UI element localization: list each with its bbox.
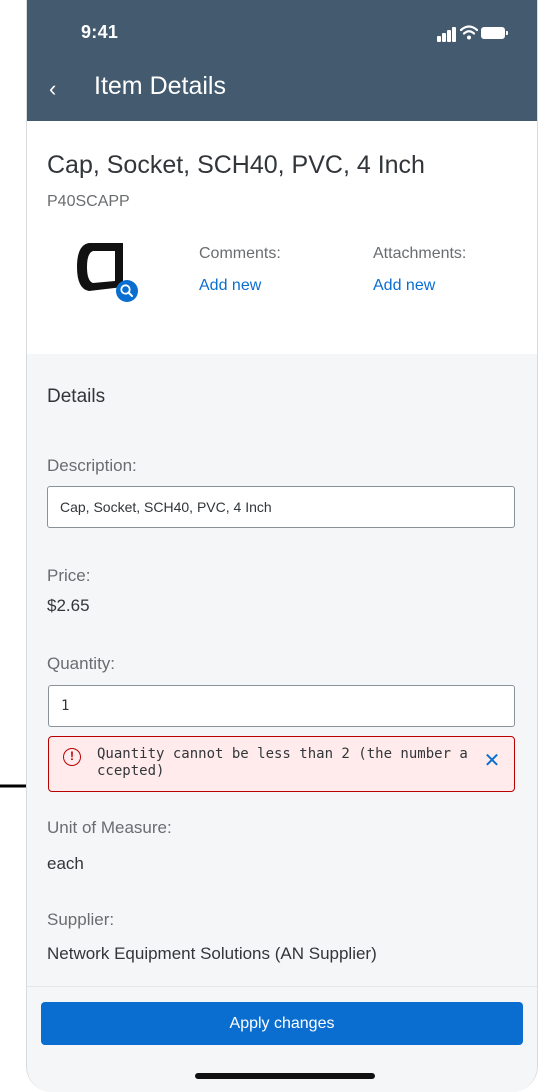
chevron-left-icon: ‹ bbox=[49, 76, 57, 101]
attachments-label: Attachments: bbox=[373, 245, 467, 262]
error-icon: ! bbox=[63, 748, 81, 766]
supplier-value: Network Equipment Solutions (AN Supplier… bbox=[47, 944, 377, 963]
status-icons bbox=[437, 24, 508, 42]
app-header: 9:41 ‹ Item Details bbox=[27, 0, 537, 121]
comments-label: Comments: bbox=[199, 245, 281, 262]
quantity-error-message: ! Quantity cannot be less than 2 (the nu… bbox=[48, 736, 515, 792]
signal-icon bbox=[437, 36, 441, 42]
pvc-cap-image bbox=[77, 243, 138, 302]
details-section: Details Description: Cap, Socket, SCH40,… bbox=[27, 354, 537, 986]
status-time: 9:41 bbox=[81, 22, 119, 42]
apply-changes-button[interactable]: Apply changes bbox=[41, 1002, 523, 1045]
item-summary: Cap, Socket, SCH40, PVC, 4 Inch P40SCAPP… bbox=[27, 121, 537, 354]
item-code: P40SCAPP bbox=[47, 193, 130, 210]
error-text: Quantity cannot be less than 2 (the numb… bbox=[97, 746, 468, 779]
close-icon[interactable]: ✕ bbox=[481, 750, 503, 772]
supplier-label: Supplier: bbox=[47, 910, 115, 929]
home-indicator bbox=[195, 1073, 375, 1079]
battery-icon bbox=[481, 27, 508, 39]
attachments-add-link[interactable]: Add new bbox=[373, 277, 435, 295]
comments-add-link[interactable]: Add new bbox=[199, 277, 261, 295]
uom-value: each bbox=[47, 854, 84, 873]
details-title: Details bbox=[47, 386, 106, 407]
back-button[interactable]: ‹ bbox=[49, 74, 77, 104]
phone-screen: 9:41 ‹ Item Details Cap, Socket, SCH40, … bbox=[26, 0, 538, 1092]
quantity-input[interactable]: 1 bbox=[48, 685, 515, 727]
wifi-icon bbox=[460, 25, 478, 40]
description-label: Description: bbox=[47, 456, 137, 475]
item-title: Cap, Socket, SCH40, PVC, 4 Inch bbox=[47, 151, 425, 179]
item-thumbnail[interactable] bbox=[71, 239, 141, 305]
footer-bar: Apply changes bbox=[27, 986, 537, 1092]
zoom-icon[interactable] bbox=[116, 280, 138, 302]
quantity-label: Quantity: bbox=[47, 654, 116, 673]
page-title: Item Details bbox=[94, 72, 226, 100]
description-input[interactable]: Cap, Socket, SCH40, PVC, 4 Inch bbox=[47, 486, 515, 528]
uom-label: Unit of Measure: bbox=[47, 818, 172, 837]
price-label: Price: bbox=[47, 566, 91, 585]
price-value: $2.65 bbox=[47, 596, 90, 615]
